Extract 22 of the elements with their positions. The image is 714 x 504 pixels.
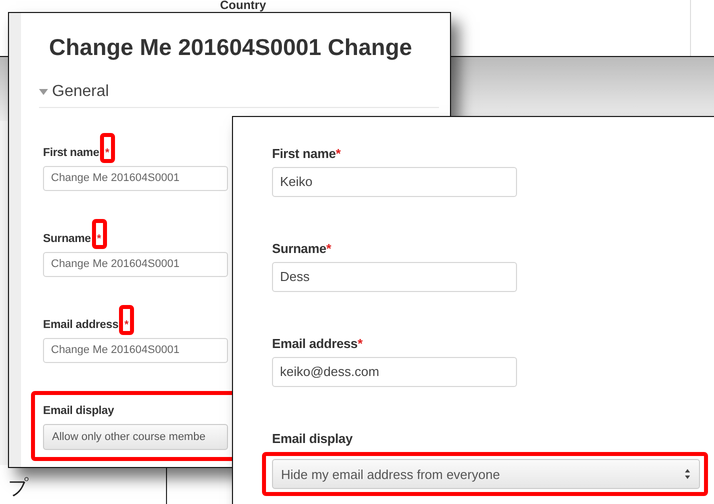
field-label: First name *	[43, 147, 110, 159]
field-label: Email address *	[43, 319, 128, 331]
text-input-field[interactable]: Change Me 201604S0001	[43, 252, 228, 277]
text-input-field[interactable]: Dess	[272, 262, 517, 292]
field-label: Country	[220, 0, 266, 11]
field-label: Surname *	[43, 233, 101, 245]
text-input-field[interactable]: keiko@dess.com	[272, 357, 517, 387]
field-label: Surname*	[272, 241, 332, 256]
updown-arrows-icon	[684, 468, 691, 480]
field-label: Email address*	[272, 336, 362, 351]
collapse-triangle-icon[interactable]	[39, 89, 48, 95]
field-label: First name*	[272, 146, 341, 161]
field-label: Email display	[43, 405, 114, 417]
section-heading[interactable]: General	[52, 83, 109, 101]
footer-text: プ	[8, 476, 28, 500]
text-input-field[interactable]: Change Me 201604S0001	[43, 166, 228, 191]
dropdown-select[interactable]: Hide my email address from everyone	[272, 459, 700, 489]
text-input-field[interactable]: Keiko	[272, 167, 517, 197]
text-input-field[interactable]: Change Me 201604S0001	[43, 338, 228, 363]
page-title: Change Me 201604S0001 Change	[49, 34, 412, 61]
field-label: Email display	[272, 431, 352, 446]
dropdown-select[interactable]: Allow only other course membe	[43, 424, 228, 450]
